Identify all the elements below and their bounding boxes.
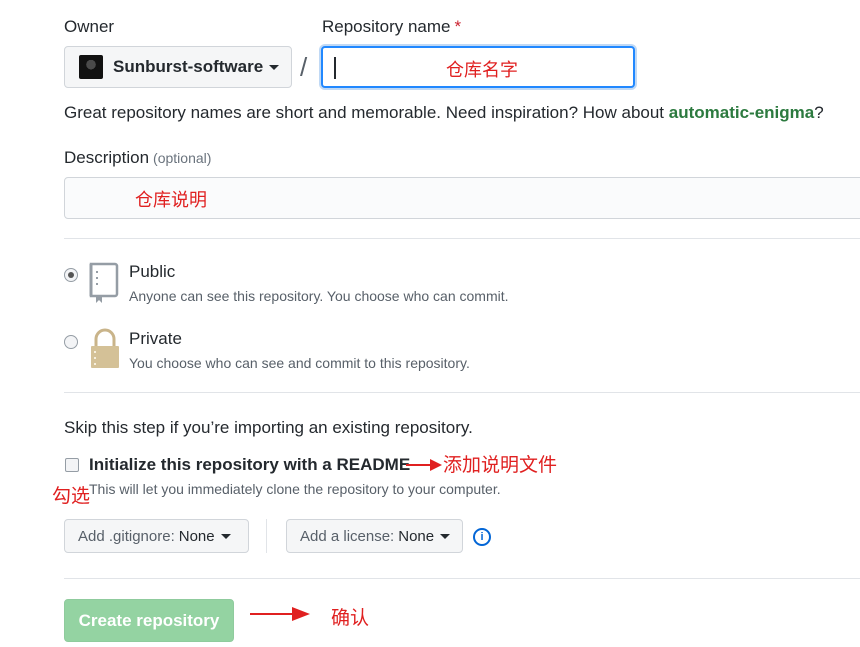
owner-avatar xyxy=(79,55,103,79)
description-input[interactable]: 仓库说明 xyxy=(64,177,860,219)
public-subtitle: Anyone can see this repository. You choo… xyxy=(129,288,509,304)
divider xyxy=(64,578,860,579)
repo-name-hint: Great repository names are short and mem… xyxy=(64,103,824,123)
readme-label[interactable]: Initialize this repository with a README xyxy=(89,455,410,475)
annotation-readme: 添加说明文件 xyxy=(443,455,558,476)
description-value: 仓库说明 xyxy=(135,190,207,210)
public-title: Public xyxy=(129,262,176,281)
chevron-down-icon xyxy=(440,533,451,539)
lock-icon xyxy=(88,328,122,375)
description-label-text: Description xyxy=(64,148,150,167)
private-radio[interactable] xyxy=(64,335,78,349)
annotation-confirm: 确认 xyxy=(331,608,370,629)
repo-book-icon xyxy=(88,262,120,309)
info-icon[interactable]: i xyxy=(473,528,491,546)
gitignore-prefix: Add .gitignore: xyxy=(78,527,175,545)
license-prefix: Add a license: xyxy=(300,527,395,545)
hint-suffix: ? xyxy=(814,103,824,122)
license-select[interactable]: Add a license: None xyxy=(286,519,463,553)
optional-marker: (optional) xyxy=(153,150,212,166)
description-label: Description (optional) xyxy=(64,148,211,168)
divider xyxy=(64,238,860,239)
chevron-down-icon xyxy=(220,533,231,539)
license-value: None xyxy=(398,527,435,545)
create-repository-button[interactable]: Create repository xyxy=(64,599,234,642)
annotation-check: 勾选 xyxy=(52,486,91,507)
import-note: Skip this step if you’re importing an ex… xyxy=(64,418,473,437)
name-suggestion-link[interactable]: automatic-enigma xyxy=(669,103,814,122)
owner-repo-separator: / xyxy=(300,52,308,82)
private-subtitle: You choose who can see and commit to thi… xyxy=(129,355,470,371)
public-radio[interactable] xyxy=(64,268,78,282)
readme-subtitle: This will let you immediately clone the … xyxy=(89,481,501,497)
owner-select[interactable]: Sunburst-software xyxy=(64,46,292,88)
gitignore-value: None xyxy=(178,527,215,545)
repo-name-label-text: Repository name xyxy=(322,17,451,36)
divider xyxy=(64,392,860,393)
gitignore-select[interactable]: Add .gitignore: None xyxy=(64,519,249,553)
required-marker: * xyxy=(454,17,462,36)
private-title: Private xyxy=(129,329,182,348)
hint-text: Great repository names are short and mem… xyxy=(64,103,669,122)
owner-selected: Sunburst-software xyxy=(113,57,264,76)
annotation-arrow-icon xyxy=(406,459,442,471)
owner-label: Owner xyxy=(64,17,115,36)
readme-checkbox[interactable] xyxy=(65,458,79,472)
repo-name-label: Repository name * xyxy=(322,17,461,37)
repo-name-value: 仓库名字 xyxy=(446,60,518,80)
vertical-divider xyxy=(266,519,267,553)
chevron-down-icon xyxy=(269,64,280,70)
annotation-arrow-icon xyxy=(250,607,310,621)
repo-name-input[interactable]: 仓库名字 xyxy=(321,46,635,88)
